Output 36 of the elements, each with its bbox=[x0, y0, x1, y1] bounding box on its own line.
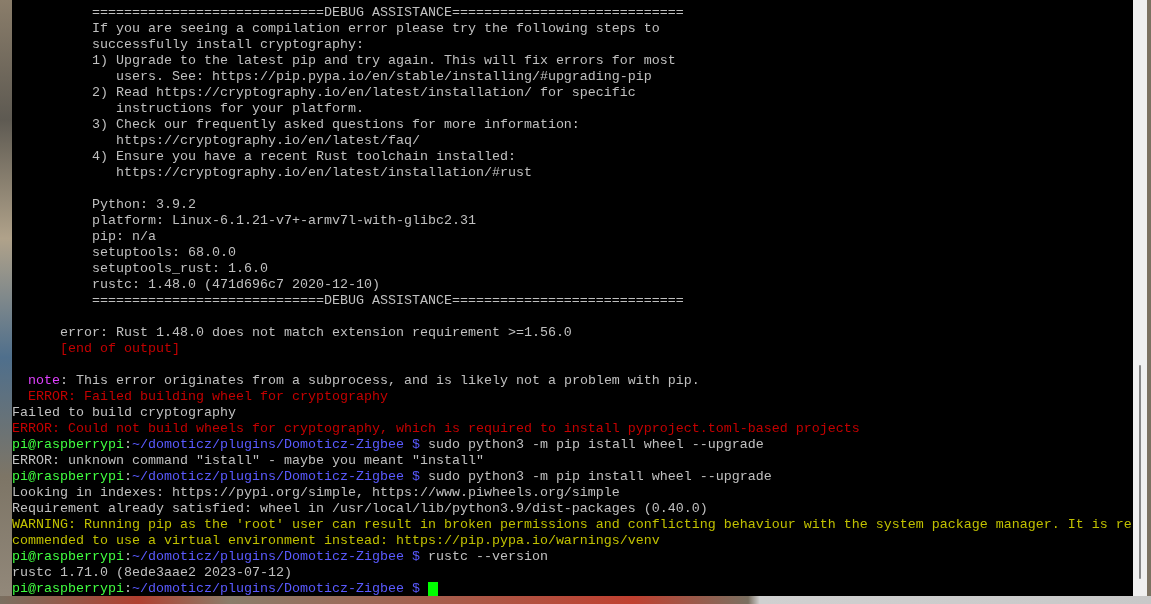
terminal-line: setuptools: 68.0.0 bbox=[90, 245, 236, 261]
terminal-line: platform: Linux-6.1.21-v7+-armv7l-with-glibc2.31 bbox=[90, 213, 476, 229]
terminal-line: 2) Read https://cryptography.io/en/latest/installation/ for specific bbox=[90, 85, 636, 101]
terminal-line: Failed to build cryptography bbox=[12, 405, 236, 421]
terminal-line: Python: 3.9.2 bbox=[90, 197, 196, 213]
terminal-line: pi@raspberrypi:~/domoticz/plugins/Domoticz-Zigbee $ sudo python3 -m pip install wheel --upgrade bbox=[12, 469, 772, 485]
scrollbar[interactable] bbox=[1133, 0, 1147, 596]
terminal-line: https://cryptography.io/en/latest/installation/#rust bbox=[114, 165, 532, 181]
terminal-line: =============================DEBUG ASSISTANCE============================= bbox=[90, 293, 684, 309]
terminal-line: Looking in indexes: https://pypi.org/simple, https://www.piwheels.org/simple bbox=[12, 485, 620, 501]
terminal-line: 4) Ensure you have a recent Rust toolchain installed: bbox=[90, 149, 516, 165]
terminal-line: 3) Check our frequently asked questions for more information: bbox=[90, 117, 580, 133]
terminal-line: pip: n/a bbox=[90, 229, 156, 245]
terminal-line: Requirement already satisfied: wheel in /usr/local/lib/python3.9/dist-packages (0.40.0) bbox=[12, 501, 708, 517]
terminal-line: ERROR: unknown command "istall" - maybe you meant "install" bbox=[12, 453, 484, 469]
terminal-line: setuptools_rust: 1.6.0 bbox=[90, 261, 268, 277]
terminal-line: successfully install cryptography: bbox=[90, 37, 364, 53]
terminal-line: [end of output] bbox=[59, 341, 180, 357]
terminal-line: https://cryptography.io/en/latest/faq/ bbox=[114, 133, 420, 149]
terminal-line: ERROR: Could not build wheels for cryptography, which is required to install pyproject.toml-based projects bbox=[12, 421, 860, 437]
terminal-line: pi@raspberrypi:~/domoticz/plugins/Domoticz-Zigbee $ bbox=[12, 581, 420, 597]
terminal-line: users. See: https://pip.pypa.io/en/stable/installing/#upgrading-pip bbox=[114, 69, 652, 85]
terminal-line: note: This error originates from a subprocess, and is likely not a problem with pip. bbox=[27, 373, 700, 389]
terminal-line: =============================DEBUG ASSISTANCE============================= bbox=[90, 5, 684, 21]
text-cursor bbox=[427, 581, 438, 597]
terminal-line: rustc 1.71.0 (8ede3aae2 2023-07-12) bbox=[12, 565, 292, 581]
terminal-line: instructions for your platform. bbox=[114, 101, 364, 117]
terminal-line: pi@raspberrypi:~/domoticz/plugins/Domoticz-Zigbee $ sudo python3 -m pip istall wheel --upgrade bbox=[12, 437, 764, 453]
terminal-line: error: Rust 1.48.0 does not match extension requirement >=1.56.0 bbox=[59, 325, 572, 341]
terminal-line: commended to use a virtual environment instead: https://pip.pypa.io/warnings/venv bbox=[12, 533, 660, 549]
terminal-line: WARNING: Running pip as the 'root' user can result in broken permissions and conflicting behaviour with the system package manager. It is re bbox=[12, 517, 1132, 533]
terminal-line: rustc: 1.48.0 (471d696c7 2020-12-10) bbox=[90, 277, 380, 293]
terminal-line: pi@raspberrypi:~/domoticz/plugins/Domoticz-Zigbee $ rustc --version bbox=[12, 549, 548, 565]
terminal-line: ERROR: Failed building wheel for cryptography bbox=[27, 389, 388, 405]
terminal-line: 1) Upgrade to the latest pip and try again. This will fix errors for most bbox=[90, 53, 676, 69]
terminal-line: If you are seeing a compilation error please try the following steps to bbox=[90, 21, 660, 37]
